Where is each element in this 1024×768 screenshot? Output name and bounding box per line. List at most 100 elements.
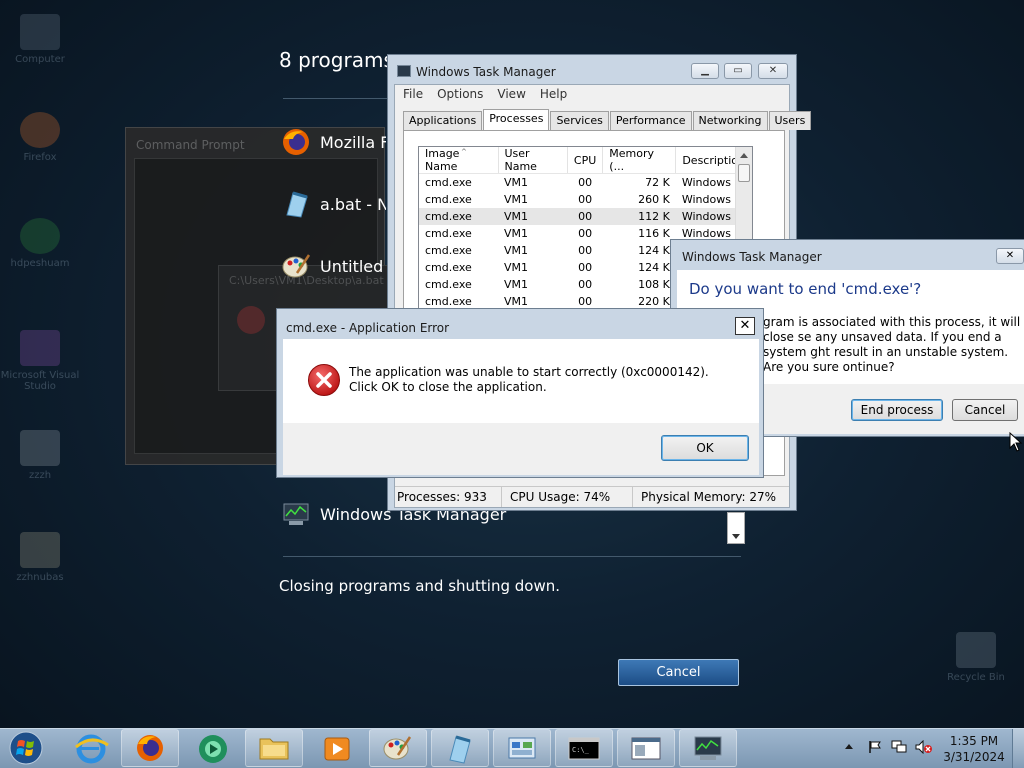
table-cell: VM1 <box>504 294 529 308</box>
desktop-icon-label: Computer <box>15 54 65 65</box>
taskbar-internet-explorer[interactable] <box>61 729 119 767</box>
menu-file[interactable]: File <box>403 87 423 101</box>
column-header-cpu[interactable]: CPU <box>567 147 604 174</box>
menu-view[interactable]: View <box>497 87 525 101</box>
table-cell: cmd.exe <box>425 226 472 240</box>
program-label: Untitled - Paint <box>320 256 386 276</box>
application-error-dialog: cmd.exe - Application Error ✕ The applic… <box>276 308 764 478</box>
column-header-image-name[interactable]: ^ Image Name <box>419 147 499 174</box>
taskbar-notepad[interactable] <box>431 729 489 767</box>
dialog-question: Do you want to end 'cmd.exe'? <box>689 280 922 298</box>
desktop-icon-label: zzzh <box>28 470 52 481</box>
dialog-title: Windows Task Manager <box>682 250 822 264</box>
start-button[interactable] <box>4 729 48 767</box>
taskbar-firefox[interactable] <box>121 729 179 767</box>
dialog-body: gram is associated with this process, it… <box>763 315 1021 374</box>
desktop-icon-computer[interactable]: Computer <box>0 14 80 65</box>
desktop-icon-label: Recycle Bin <box>947 672 1005 683</box>
taskbar-command-prompt[interactable]: C:\_ <box>555 729 613 767</box>
close-button[interactable]: ✕ <box>996 248 1024 264</box>
table-cell: 260 K <box>638 192 670 206</box>
end-process-button[interactable]: End process <box>851 399 943 421</box>
tab-applications[interactable]: Applications <box>403 111 483 130</box>
shutdown-heading: 8 programs still need to close <box>279 48 389 72</box>
table-cell: 00 <box>578 260 593 274</box>
table-row[interactable]: cmd.exe VM1 00 260 K Windows ... <box>419 191 752 208</box>
status-cpu: CPU Usage: 74% <box>502 487 633 507</box>
taskbar-media-player[interactable] <box>307 729 365 767</box>
maximize-button[interactable]: ▭ <box>724 63 752 79</box>
internet-explorer-icon <box>75 734 109 764</box>
paint-icon <box>383 736 412 760</box>
table-row[interactable]: cmd.exe VM1 00 72 K Windows ... <box>419 174 752 191</box>
firefox-icon <box>137 735 163 761</box>
taskbar-media-center[interactable] <box>183 729 241 767</box>
action-center-flag-icon[interactable] <box>868 740 882 754</box>
table-cell: 00 <box>578 192 593 206</box>
error-icon <box>307 363 341 397</box>
column-header-user-name[interactable]: User Name <box>498 147 568 174</box>
scrollbar-thumb[interactable] <box>738 164 750 182</box>
ok-button[interactable]: OK <box>661 435 749 461</box>
taskbar-paint[interactable] <box>369 729 427 767</box>
volume-muted-icon[interactable] <box>915 739 933 755</box>
column-header-memory[interactable]: Memory (... <box>602 147 677 174</box>
error-icon <box>237 306 265 334</box>
desktop-icon-file[interactable]: zzhnubas <box>0 532 80 583</box>
show-hidden-icons-button[interactable] <box>845 744 853 749</box>
table-cell: cmd.exe <box>425 243 472 257</box>
tab-users[interactable]: Users <box>768 111 812 130</box>
clock[interactable]: 1:35 PM 3/31/2024 <box>940 733 1008 765</box>
table-row[interactable]: cmd.exe VM1 00 112 K Windows ... <box>419 207 752 225</box>
shutdown-cancel-button[interactable]: Cancel <box>618 659 739 686</box>
table-cell: cmd.exe <box>425 260 472 274</box>
table-cell: 72 K <box>645 175 670 189</box>
desktop-icon-firefox[interactable]: Firefox <box>0 112 80 163</box>
close-button[interactable]: ✕ <box>735 317 755 335</box>
explorer-folder-icon <box>259 738 289 760</box>
taskbar-window[interactable] <box>617 729 675 767</box>
closing-program-firefox: Mozilla Firefox <box>280 126 386 158</box>
taskbar-explorer[interactable] <box>245 729 303 767</box>
table-cell: 124 K <box>638 243 670 257</box>
tab-performance[interactable]: Performance <box>609 111 692 130</box>
table-cell: 00 <box>567 207 603 225</box>
tab-processes[interactable]: Processes <box>483 109 550 130</box>
background-window-title: Command Prompt <box>136 138 245 152</box>
svg-text:C:\_: C:\_ <box>572 746 590 754</box>
table-cell: VM1 <box>504 260 529 274</box>
network-icon[interactable] <box>891 740 907 754</box>
tab-networking[interactable]: Networking <box>692 111 768 130</box>
menu-help[interactable]: Help <box>540 87 567 101</box>
taskmgr-icon <box>280 498 312 530</box>
taskbar-task-manager[interactable] <box>679 729 737 767</box>
window-title: Windows Task Manager <box>416 65 556 79</box>
menu-options[interactable]: Options <box>437 87 483 101</box>
table-cell: 108 K <box>638 277 670 291</box>
dialog-title: cmd.exe - Application Error <box>286 321 450 335</box>
desktop-icon-visual-studio[interactable]: Microsoft Visual Studio <box>0 330 80 392</box>
control-panel-icon <box>508 737 536 759</box>
taskmgr-icon <box>397 65 411 77</box>
desktop-icon-label: hdpeshuam <box>10 258 70 269</box>
minimize-button[interactable]: ▁ <box>691 63 719 79</box>
table-cell: VM1 <box>504 277 529 291</box>
desktop-icon-app[interactable]: hdpeshuam <box>0 218 80 269</box>
tab-services[interactable]: Services <box>550 111 609 130</box>
desktop-icon-recycle-bin[interactable]: Recycle Bin <box>936 632 1016 683</box>
table-cell: 00 <box>578 175 593 189</box>
media-player-icon <box>324 737 350 761</box>
show-desktop-button[interactable] <box>1012 729 1024 768</box>
scroll-down-button[interactable] <box>727 512 745 544</box>
desktop-icon-file[interactable]: zzzh <box>0 430 80 481</box>
desktop-icon-label: zzhnubas <box>16 572 64 583</box>
table-cell: cmd.exe <box>419 207 498 225</box>
table-cell: cmd.exe <box>425 175 472 189</box>
program-label: Mozilla Firefox <box>320 132 386 152</box>
taskbar-control-panel[interactable] <box>493 729 551 767</box>
table-cell: cmd.exe <box>425 192 472 206</box>
cancel-button[interactable]: Cancel <box>952 399 1018 421</box>
tab-bar: Applications Processes Services Performa… <box>403 109 812 130</box>
close-button[interactable]: ✕ <box>758 63 788 79</box>
divider <box>283 556 741 557</box>
